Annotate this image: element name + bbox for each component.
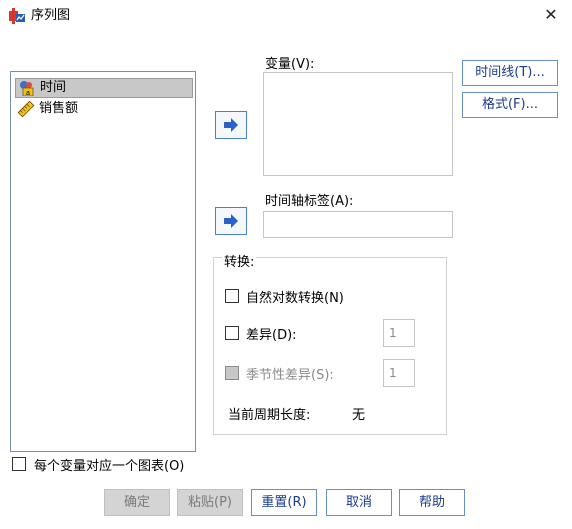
reset-button[interactable]: 重置(R) — [251, 489, 317, 516]
seasonal-difference-input[interactable]: 1 — [383, 359, 415, 387]
variables-label-key: (V): — [291, 57, 315, 72]
arrow-right-icon — [224, 214, 238, 228]
format-button[interactable]: 格式(F)... — [462, 92, 558, 118]
arrow-right-icon — [224, 118, 238, 132]
variable-label: 时间 — [40, 80, 67, 95]
svg-text:a: a — [26, 90, 30, 96]
close-icon[interactable]: ✕ — [540, 4, 562, 26]
seasonal-difference-checkbox[interactable] — [225, 366, 239, 380]
help-button[interactable]: 帮助 — [399, 489, 465, 516]
move-to-time-axis-button[interactable] — [215, 207, 247, 235]
seasonal-difference-label: 季节性差异(S): — [246, 368, 334, 383]
difference-label: 差异(D): — [246, 328, 297, 343]
variables-label-text: 变量 — [265, 57, 292, 72]
scale-variable-icon — [17, 100, 35, 118]
variable-item-sales[interactable]: 销售额 — [15, 99, 193, 119]
one-chart-per-variable-label: 每个变量对应一个图表(O) — [34, 459, 185, 474]
difference-checkbox[interactable] — [225, 326, 239, 340]
period-length-value: 无 — [352, 408, 366, 423]
natural-log-label: 自然对数转换(N) — [246, 291, 344, 306]
cancel-button[interactable]: 取消 — [326, 489, 392, 516]
app-icon — [9, 8, 25, 24]
variable-item-time[interactable]: a 时间 — [15, 78, 193, 98]
time-axis-field-label: 时间轴标签(A): — [265, 190, 353, 209]
variable-label: 销售额 — [39, 101, 79, 116]
ok-button[interactable]: 确定 — [104, 489, 170, 516]
date-variable-icon: a — [18, 80, 36, 97]
move-to-variables-button[interactable] — [215, 111, 247, 139]
paste-button[interactable]: 粘贴(P) — [177, 489, 243, 516]
period-length-label: 当前周期长度: — [228, 408, 311, 423]
difference-input[interactable]: 1 — [383, 319, 415, 347]
source-variable-list[interactable]: a 时间 销售额 — [10, 71, 196, 452]
natural-log-checkbox[interactable] — [225, 289, 239, 303]
one-chart-per-variable-checkbox[interactable] — [12, 457, 26, 471]
window-title: 序列图 — [31, 8, 71, 23]
variables-field-label: 变量(V): — [265, 53, 314, 72]
variables-target-list[interactable] — [263, 72, 453, 176]
time-axis-label-text: 时间轴标签 — [265, 194, 331, 209]
transform-heading: 转换: — [222, 251, 257, 270]
time-axis-target-field[interactable] — [263, 211, 453, 238]
time-lines-button[interactable]: 时间线(T)... — [462, 60, 558, 86]
time-axis-label-key: (A): — [330, 194, 354, 209]
